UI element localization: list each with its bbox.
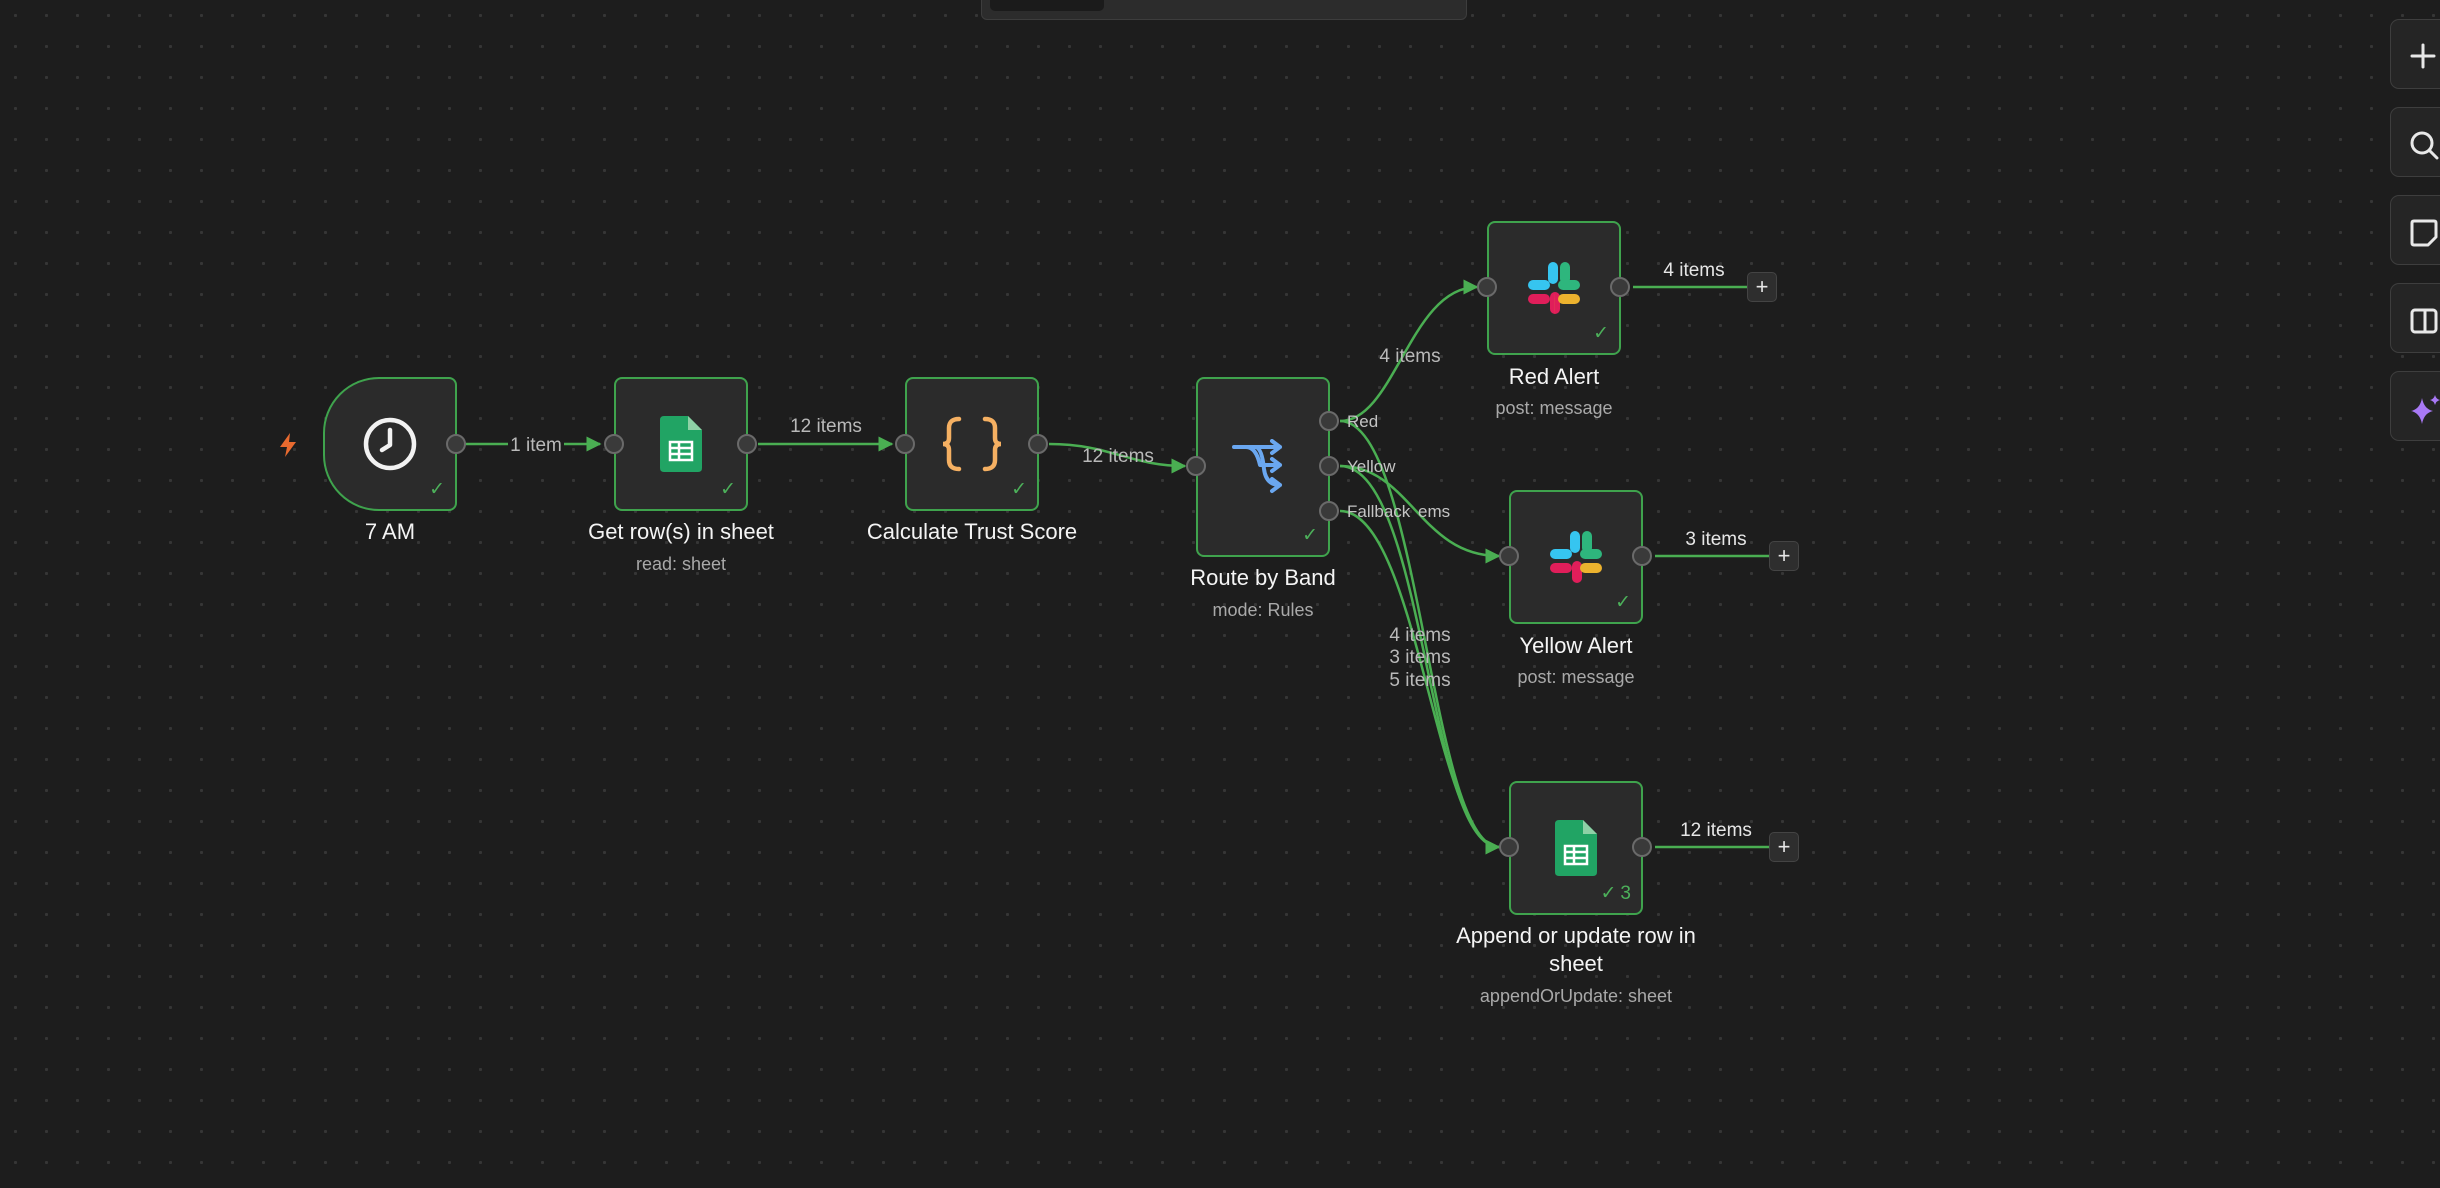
edge-label: 12 items [1082, 446, 1154, 467]
success-check-icon: ✓ [1302, 525, 1318, 546]
node-subtitle: read: sheet [635, 554, 727, 574]
add-node-button[interactable]: + [1769, 832, 1799, 862]
plus-icon [2410, 43, 2436, 69]
output-handle[interactable] [1632, 837, 1652, 857]
slack-icon [1526, 260, 1582, 316]
trailing-output-yellow[interactable]: 3 items [1655, 529, 1769, 558]
sparkle-icon [2411, 395, 2440, 424]
output-handle[interactable] [1610, 277, 1630, 297]
node-title-line: sheet [1549, 951, 1603, 976]
route-output-labels: Red Yellow Fallback ems [1347, 412, 1450, 521]
success-check-icon: ✓ [429, 479, 445, 500]
node-title: Calculate Trust Score [866, 519, 1078, 544]
trailing-output-append[interactable]: 12 items [1655, 820, 1769, 849]
toggle-panel-button[interactable] [2390, 283, 2440, 353]
edge-label: 1 item [510, 435, 562, 456]
edge-label: 3 items [1685, 529, 1746, 550]
node-title: Append or update row in sheet [1426, 922, 1726, 978]
svg-text:ems: ems [1418, 502, 1450, 521]
edge-trigger-to-get[interactable]: 1 item [465, 431, 602, 457]
run-count: 3 [1620, 882, 1631, 904]
output-handle[interactable] [737, 434, 757, 454]
edge-label: 4 items [1663, 260, 1724, 281]
panel-icon [2410, 308, 2438, 334]
sticky-note-button[interactable] [2390, 195, 2440, 265]
edge-label: 12 items [1680, 820, 1752, 841]
output-handle[interactable] [1632, 546, 1652, 566]
connections-layer: 1 item 12 items 12 items 4 items 4 items… [465, 260, 1769, 855]
node-title-line: Append or update row in [1456, 923, 1696, 948]
node-title: Yellow Alert [1519, 633, 1633, 658]
success-check-icon: ✓ [1011, 479, 1027, 500]
node-calculate-trust-score[interactable]: ✓ [905, 377, 1039, 511]
node-title: Route by Band [1190, 565, 1336, 590]
node-subtitle: mode: Rules [1212, 600, 1314, 620]
input-handle[interactable] [1499, 837, 1519, 857]
edge-get-to-calc[interactable]: 12 items [758, 416, 894, 452]
trigger-bolt-icon [280, 433, 296, 457]
add-node-button[interactable]: + [1769, 541, 1799, 571]
node-get-rows[interactable]: ✓ [614, 377, 748, 511]
success-check-icon: ✓ [1615, 592, 1631, 613]
output-handle-red[interactable] [1319, 411, 1339, 431]
success-check-icon: ✓ [1593, 323, 1609, 344]
node-subtitle: appendOrUpdate: sheet [1479, 986, 1673, 1006]
input-handle[interactable] [604, 434, 624, 454]
node-yellow-alert[interactable]: ✓ [1509, 490, 1643, 624]
add-node-panel-button[interactable] [2390, 19, 2440, 89]
search-icon [2410, 131, 2439, 160]
route-output-yellow: Yellow [1347, 457, 1396, 476]
input-handle[interactable] [1186, 456, 1206, 476]
input-handle[interactable] [895, 434, 915, 454]
input-handle[interactable] [1477, 277, 1497, 297]
google-sheets-icon [1555, 820, 1597, 876]
google-sheets-icon [660, 416, 702, 472]
node-title: Get row(s) in sheet [588, 519, 774, 544]
workflow-canvas[interactable]: 1 item 12 items 12 items 4 items 4 items… [0, 0, 2440, 1188]
node-subtitle: post: message [1517, 667, 1635, 687]
input-handle[interactable] [1499, 546, 1519, 566]
node-title: Red Alert [1508, 364, 1600, 389]
search-button[interactable] [2390, 107, 2440, 177]
clock-icon [362, 416, 418, 472]
edge-label: 12 items [790, 416, 862, 437]
add-node-button[interactable]: + [1747, 272, 1777, 302]
node-trigger-7am[interactable]: ✓ [323, 377, 457, 511]
code-braces-icon [941, 416, 1003, 472]
edge-calc-to-route[interactable]: 12 items [1048, 442, 1187, 474]
node-title: 7 AM [364, 519, 416, 544]
output-handle-fallback[interactable] [1319, 501, 1339, 521]
success-check-icon: ✓ [720, 479, 736, 500]
output-handle[interactable] [1028, 434, 1048, 454]
node-red-alert[interactable]: ✓ [1487, 221, 1621, 355]
slack-icon [1548, 529, 1604, 585]
trailing-output-red[interactable]: 4 items [1633, 260, 1747, 289]
node-append-or-update[interactable]: ✓ 3 [1509, 781, 1643, 915]
route-output-red: Red [1347, 412, 1378, 431]
sticky-note-icon [2410, 219, 2438, 247]
output-handle[interactable] [446, 434, 466, 454]
ai-assistant-button[interactable] [2390, 371, 2440, 441]
output-handle-yellow[interactable] [1319, 456, 1339, 476]
route-output-fallback: Fallback [1347, 502, 1411, 521]
switch-route-icon [1232, 439, 1294, 495]
success-check-icon: ✓ 3 [1600, 882, 1632, 905]
node-route-by-band[interactable]: ✓ [1196, 377, 1330, 557]
node-subtitle: post: message [1495, 398, 1613, 418]
